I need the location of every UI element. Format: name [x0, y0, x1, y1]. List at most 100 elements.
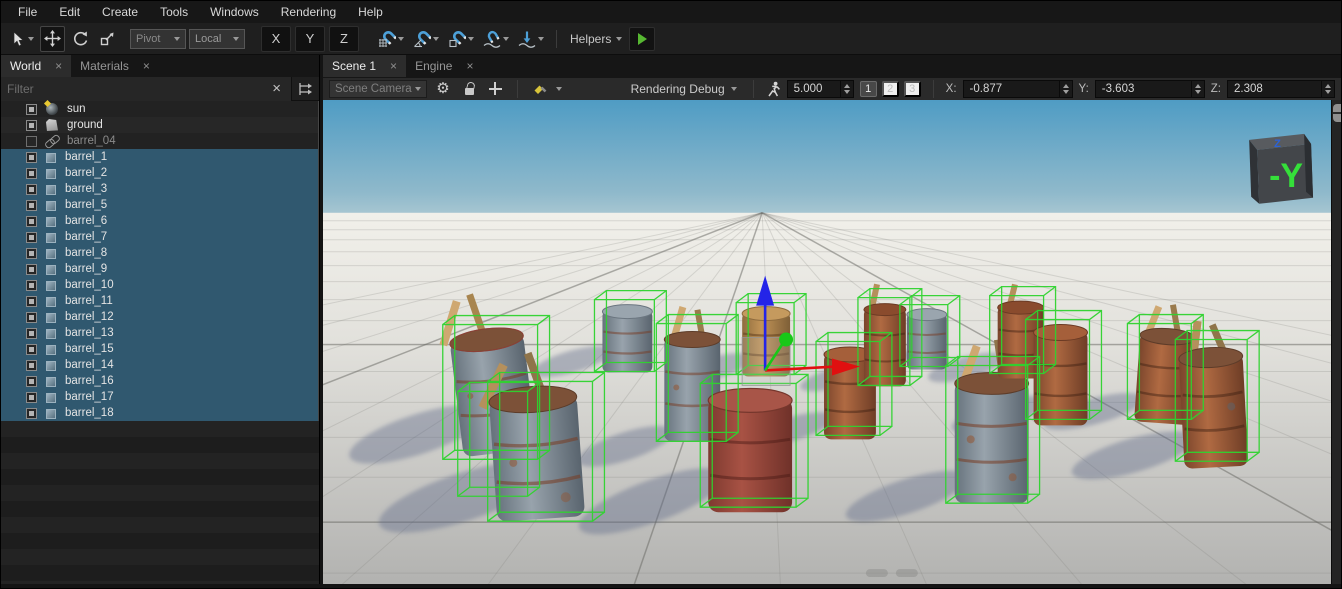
snap-scale-button[interactable] [445, 26, 477, 52]
visibility-checkbox[interactable] [26, 280, 37, 291]
close-icon[interactable]: × [143, 60, 150, 72]
lock-viewport-button[interactable] [459, 79, 479, 99]
visibility-checkbox[interactable] [26, 376, 37, 387]
viewport-move-button[interactable] [485, 79, 505, 99]
x-coordinate-field[interactable]: -0.877 [963, 80, 1073, 98]
tree-row[interactable]: barrel_2 [1, 165, 318, 181]
spinner-down-icon[interactable] [844, 90, 850, 94]
panel-tab[interactable]: World × [1, 55, 71, 77]
chevron-down-icon[interactable] [433, 37, 439, 41]
visibility-checkbox[interactable] [26, 264, 37, 275]
chevron-down-icon[interactable] [503, 37, 509, 41]
tree-row[interactable]: barrel_10 [1, 277, 318, 293]
close-icon[interactable]: × [390, 60, 397, 72]
tree-row[interactable]: barrel_12 [1, 309, 318, 325]
tree-row[interactable]: barrel_13 [1, 325, 318, 341]
visibility-checkbox[interactable] [26, 120, 37, 131]
visibility-checkbox[interactable] [26, 200, 37, 211]
visibility-checkbox[interactable] [26, 344, 37, 355]
visibility-checkbox[interactable] [26, 392, 37, 403]
tree-row[interactable]: barrel_8 [1, 245, 318, 261]
menu-item[interactable]: Help [347, 1, 394, 23]
spinner-down-icon[interactable] [1195, 90, 1201, 94]
camera-index-button[interactable]: 2 [882, 81, 899, 97]
axis-constraint-button[interactable]: X [261, 26, 291, 52]
spinner-control[interactable] [840, 81, 853, 97]
spinner-up-icon[interactable] [1063, 84, 1069, 88]
camera-speed-field[interactable]: 5.000 [787, 80, 854, 98]
visibility-checkbox[interactable] [26, 168, 37, 179]
spinner-up-icon[interactable] [844, 84, 850, 88]
rollup-bar-grip[interactable] [1333, 104, 1341, 122]
tree-empty-area[interactable] [1, 421, 319, 584]
visibility-checkbox[interactable] [26, 408, 37, 419]
tree-row[interactable]: ground [1, 117, 318, 133]
move-tool-button[interactable] [40, 26, 65, 52]
menu-item[interactable]: Windows [199, 1, 270, 23]
axis-constraint-button[interactable]: Y [295, 26, 325, 52]
tree-row[interactable]: barrel_5 [1, 197, 318, 213]
visibility-checkbox[interactable] [26, 104, 37, 115]
rendering-debug-dropdown[interactable]: Rendering Debug [627, 82, 741, 96]
close-icon[interactable]: × [466, 60, 473, 72]
viewport-tab[interactable]: Engine × [406, 55, 482, 77]
spinner-up-icon[interactable] [1195, 84, 1201, 88]
rotate-tool-button[interactable] [68, 26, 92, 52]
viewport-tab[interactable]: Scene 1 × [323, 55, 406, 77]
chevron-down-icon[interactable] [28, 37, 34, 41]
visibility-checkbox[interactable] [26, 184, 37, 195]
chevron-down-icon[interactable] [398, 37, 404, 41]
tree-row[interactable]: sun [1, 101, 318, 117]
viewport-settings-button[interactable]: ⚙ [433, 79, 453, 99]
coordinate-space-dropdown[interactable]: Local [189, 29, 245, 49]
tree-row[interactable]: barrel_15 [1, 341, 318, 357]
snap-geometry-button[interactable] [480, 26, 512, 52]
gizmo-y-arrowhead[interactable] [779, 332, 793, 346]
spinner-control[interactable] [1321, 81, 1334, 97]
tree-row[interactable]: barrel_04 [1, 133, 318, 149]
axis-constraint-button[interactable]: Z [329, 26, 359, 52]
snap-grid-button[interactable] [375, 26, 407, 52]
menu-item[interactable]: Tools [149, 1, 199, 23]
menu-item[interactable]: File [7, 1, 48, 23]
visibility-checkbox[interactable] [26, 360, 37, 371]
menu-item[interactable]: Edit [48, 1, 91, 23]
filter-options-button[interactable] [291, 77, 319, 101]
visibility-checkbox[interactable] [26, 312, 37, 323]
tree-row[interactable]: barrel_14 [1, 357, 318, 373]
tree-row[interactable]: barrel_7 [1, 229, 318, 245]
visibility-checkbox[interactable] [26, 248, 37, 259]
camera-select-dropdown[interactable]: Scene Camera [329, 80, 427, 98]
visibility-checkbox[interactable] [26, 328, 37, 339]
menu-item[interactable]: Create [91, 1, 149, 23]
visibility-checkbox[interactable] [26, 232, 37, 243]
select-tool-button[interactable] [7, 26, 37, 52]
helpers-dropdown[interactable]: Helpers [566, 32, 626, 46]
snap-terrain-button[interactable] [515, 26, 547, 52]
play-button[interactable] [629, 27, 655, 51]
menu-item[interactable]: Rendering [270, 1, 347, 23]
y-coordinate-field[interactable]: -3.603 [1095, 80, 1205, 98]
tree-row[interactable]: barrel_9 [1, 261, 318, 277]
visibility-checkbox[interactable] [26, 152, 37, 163]
chevron-down-icon[interactable] [468, 37, 474, 41]
close-icon[interactable]: × [55, 60, 62, 72]
spinner-down-icon[interactable] [1063, 90, 1069, 94]
tree-row[interactable]: barrel_6 [1, 213, 318, 229]
chevron-down-icon[interactable] [538, 37, 544, 41]
tree-row[interactable]: barrel_3 [1, 181, 318, 197]
tree-row[interactable]: barrel_17 [1, 389, 318, 405]
visibility-checkbox[interactable] [26, 216, 37, 227]
viewport-canvas[interactable]: -Y Z [323, 100, 1331, 584]
spinner-down-icon[interactable] [1325, 90, 1331, 94]
pivot-dropdown[interactable]: Pivot [130, 29, 186, 49]
panel-tab[interactable]: Materials × [71, 55, 159, 77]
tree-row[interactable]: barrel_16 [1, 373, 318, 389]
camera-index-button[interactable]: 3 [904, 81, 921, 97]
spinner-control[interactable] [1191, 81, 1204, 97]
visibility-checkbox[interactable] [26, 296, 37, 307]
spinner-control[interactable] [1059, 81, 1072, 97]
camera-index-button[interactable]: 1 [860, 81, 877, 97]
clear-filter-icon[interactable]: × [268, 81, 285, 96]
tree-row[interactable]: barrel_1 [1, 149, 318, 165]
